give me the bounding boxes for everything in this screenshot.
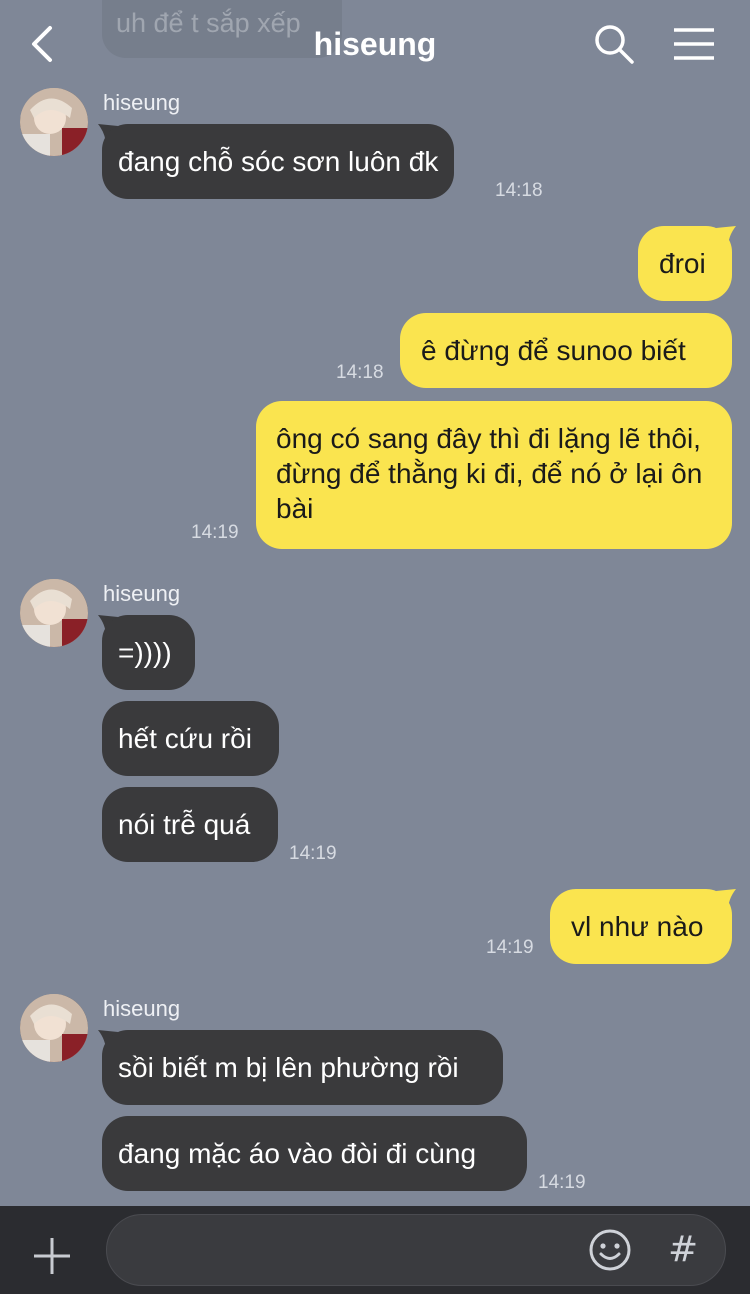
sender-name: hiseung xyxy=(103,996,181,1021)
search-icon[interactable] xyxy=(592,22,636,66)
incoming-message-bubble[interactable]: hết cứu rồi xyxy=(102,701,279,776)
message-timestamp: 14:18 xyxy=(336,362,384,383)
hamburger-menu-icon[interactable] xyxy=(672,24,716,64)
sender-name: hiseung xyxy=(103,581,181,606)
outgoing-message-bubble[interactable]: vl như nào xyxy=(550,889,732,964)
incoming-message-bubble[interactable]: đang mặc áo vào đòi đi cùng xyxy=(102,1116,527,1191)
plus-icon[interactable] xyxy=(32,1236,72,1276)
emoji-icon[interactable] xyxy=(588,1228,632,1272)
message-input-bar: # xyxy=(0,1206,750,1294)
incoming-message-bubble[interactable]: đang chỗ sóc sơn luôn đk xyxy=(102,124,455,199)
message-input[interactable] xyxy=(127,1231,571,1273)
avatar[interactable] xyxy=(20,579,88,647)
message-input-field[interactable] xyxy=(106,1214,726,1286)
chat-screen: uh để t sắp xếp hiseung hiseung đang chỗ… xyxy=(0,0,750,1294)
message-timestamp: 14:19 xyxy=(538,1172,586,1193)
chat-header: hiseung xyxy=(0,0,750,88)
incoming-message-bubble[interactable]: sồi biết m bị lên phường rồi xyxy=(102,1030,503,1105)
message-timestamp: 14:19 xyxy=(289,843,337,864)
outgoing-message-bubble[interactable]: ông có sang đây thì đi lặng lẽ thôi, đừn… xyxy=(256,401,732,549)
incoming-message-bubble[interactable]: =)))) xyxy=(102,615,195,690)
avatar[interactable] xyxy=(20,88,88,156)
outgoing-message-bubble[interactable]: ê đừng để sunoo biết xyxy=(400,313,732,388)
message-timestamp: 14:18 xyxy=(495,180,543,201)
outgoing-message-bubble[interactable]: đroi xyxy=(638,226,732,301)
message-timestamp: 14:19 xyxy=(486,937,534,958)
sender-name: hiseung xyxy=(103,90,181,115)
chat-title: hiseung xyxy=(313,26,437,62)
avatar[interactable] xyxy=(20,994,88,1062)
message-timestamp: 14:19 xyxy=(191,522,239,543)
incoming-message-bubble[interactable]: nói trễ quá xyxy=(102,787,278,862)
hashtag-icon[interactable]: # xyxy=(668,1232,698,1268)
